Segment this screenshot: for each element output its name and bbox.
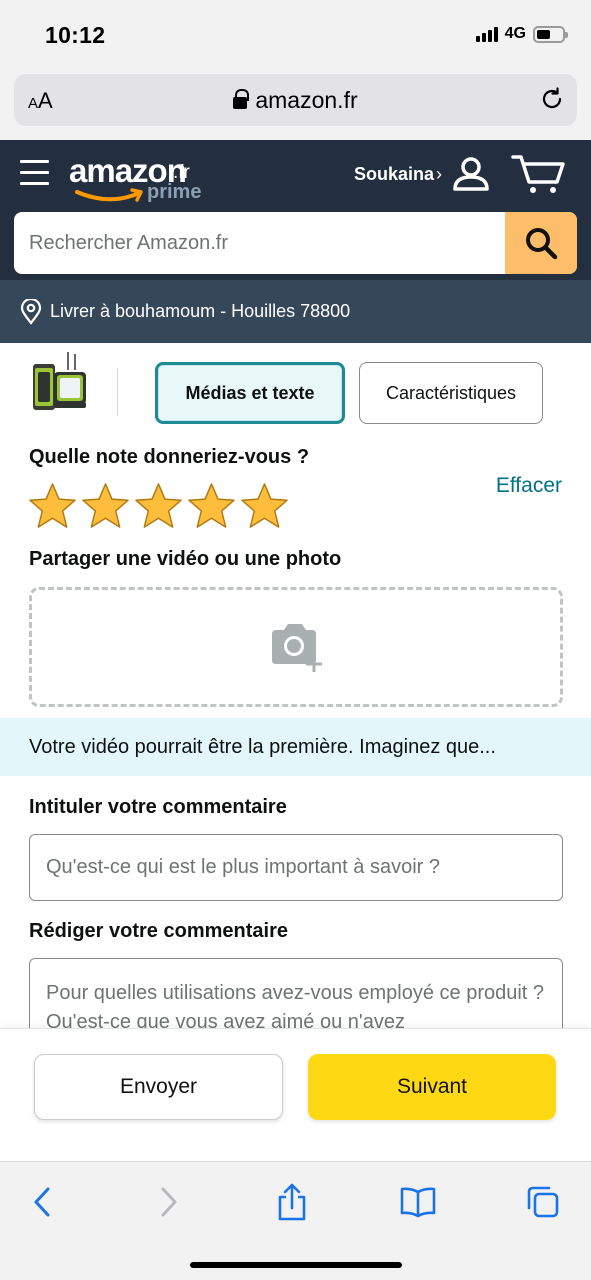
network-type: 4G xyxy=(504,25,526,42)
tabs-button[interactable] xyxy=(523,1182,563,1222)
deliver-to-bar[interactable]: Livrer à bouhamoum - Houilles 78800 xyxy=(0,280,591,343)
status-bar: 10:12 4G xyxy=(0,0,591,70)
search-input[interactable] xyxy=(14,212,504,274)
search-box xyxy=(14,212,577,274)
tabs-icon xyxy=(527,1186,559,1218)
bookmarks-icon xyxy=(400,1187,436,1218)
deliver-to-text: Livrer à bouhamoum - Houilles 78800 xyxy=(50,301,351,321)
status-time: 10:12 xyxy=(45,22,106,48)
tab-characteristics[interactable]: Caractéristiques xyxy=(359,362,543,424)
forward-icon xyxy=(161,1187,177,1217)
forward-button[interactable] xyxy=(149,1182,189,1222)
cart-icon[interactable] xyxy=(511,154,565,194)
action-bar: Envoyer Suivant xyxy=(0,1028,591,1161)
menu-icon[interactable] xyxy=(20,160,49,185)
url-text: amazon.fr xyxy=(255,87,358,113)
media-upload-area[interactable] xyxy=(29,587,563,707)
star-icon[interactable] xyxy=(187,482,236,531)
back-icon xyxy=(34,1187,50,1217)
send-button[interactable]: Envoyer xyxy=(34,1054,283,1120)
logo-smile-icon xyxy=(75,188,143,202)
review-title-label: Intituler votre commentaire xyxy=(29,796,287,818)
share-button[interactable] xyxy=(272,1182,312,1222)
review-title-input[interactable] xyxy=(29,834,563,901)
product-thumbnail xyxy=(33,352,86,410)
media-question: Partager une vidéo ou une photo xyxy=(29,548,342,570)
browser-address-area: AA amazon.fr xyxy=(0,70,591,140)
banner-text: Votre vidéo pourrait être la première. I… xyxy=(29,735,496,758)
star-icon[interactable] xyxy=(28,482,77,531)
next-button[interactable]: Suivant xyxy=(308,1054,556,1120)
bookmarks-button[interactable] xyxy=(398,1182,438,1222)
video-banner[interactable]: Votre vidéo pourrait être la première. I… xyxy=(0,718,591,776)
user-icon[interactable] xyxy=(452,156,490,192)
lock-icon xyxy=(233,89,250,109)
back-button[interactable] xyxy=(22,1182,62,1222)
star-rating xyxy=(28,482,289,531)
star-icon[interactable] xyxy=(240,482,289,531)
battery-level xyxy=(537,29,551,39)
tab-media-and-text[interactable]: Médias et texte xyxy=(155,362,345,424)
signal-icon xyxy=(475,26,498,42)
status-indicators: 4G xyxy=(475,25,568,43)
home-indicator xyxy=(190,1262,402,1268)
rating-question: Quelle note donneriez-vous ? xyxy=(29,446,310,468)
divider xyxy=(117,368,118,416)
account-link[interactable]: Soukaina › xyxy=(354,164,442,185)
address-bar[interactable]: AA amazon.fr xyxy=(14,74,577,126)
location-pin-icon xyxy=(20,298,42,325)
url-display[interactable]: amazon.fr xyxy=(14,87,577,114)
star-icon[interactable] xyxy=(81,482,130,531)
battery-icon xyxy=(533,25,568,43)
clear-rating-link[interactable]: Effacer xyxy=(496,474,562,498)
star-icon[interactable] xyxy=(134,482,183,531)
site-header: amazon .fr prime Soukaina › xyxy=(0,140,591,280)
review-body-label: Rédiger votre commentaire xyxy=(29,920,288,942)
share-icon xyxy=(278,1183,306,1221)
search-icon xyxy=(526,228,558,260)
amazon-logo[interactable]: amazon .fr prime xyxy=(69,152,219,208)
camera-add-icon xyxy=(272,624,322,672)
reload-icon[interactable] xyxy=(539,86,565,112)
search-button[interactable] xyxy=(505,212,577,274)
